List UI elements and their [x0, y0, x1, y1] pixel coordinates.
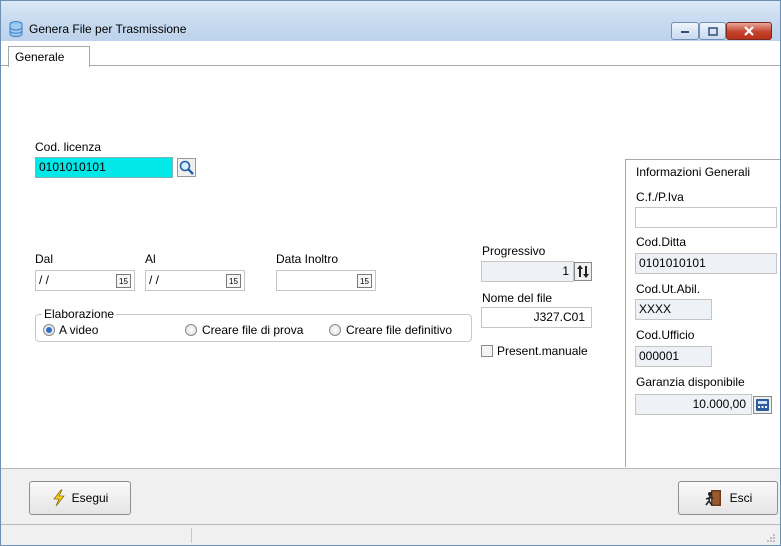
esegui-button[interactable]: Esegui: [29, 481, 131, 515]
cod-ufficio-field[interactable]: 000001: [635, 346, 712, 367]
progressivo-spinner[interactable]: [574, 262, 592, 281]
progressivo-field[interactable]: 1: [481, 261, 574, 282]
nome-file-field[interactable]: J327.C01: [481, 307, 592, 328]
data-inoltro-calendar-icon[interactable]: 15: [357, 274, 372, 288]
nome-file-label: Nome del file: [482, 291, 553, 305]
esci-button[interactable]: Esci: [678, 481, 778, 515]
garanzia-label: Garanzia disponibile: [636, 375, 745, 389]
close-icon: [744, 26, 754, 36]
window-title: Genera File per Trasmissione: [29, 22, 187, 36]
cod-ut-abil-field[interactable]: XXXX: [635, 299, 712, 320]
dal-calendar-icon[interactable]: 15: [116, 274, 131, 288]
al-calendar-icon[interactable]: 15: [226, 274, 241, 288]
cod-ufficio-label: Cod.Ufficio: [636, 328, 695, 342]
maximize-button[interactable]: [699, 22, 726, 40]
search-icon: [179, 160, 194, 175]
dal-label: Dal: [35, 252, 54, 266]
radio-file-definitivo-label[interactable]: Creare file definitivo: [346, 323, 452, 337]
esci-label: Esci: [729, 491, 753, 505]
license-search-button[interactable]: [177, 158, 196, 177]
al-label: Al: [145, 252, 156, 266]
elaborazione-title: Elaborazione: [42, 307, 117, 321]
garanzia-field[interactable]: 10.000,00: [635, 394, 752, 415]
calculator-icon: [756, 399, 769, 411]
radio-a-video-label[interactable]: A video: [59, 323, 98, 337]
calculator-button[interactable]: [753, 396, 772, 414]
license-label: Cod. licenza: [35, 140, 102, 154]
data-inoltro-label: Data Inoltro: [276, 252, 339, 266]
up-down-arrows-icon: [577, 265, 589, 278]
cf-piva-label: C.f./P.Iva: [636, 190, 684, 204]
cf-piva-field[interactable]: [635, 207, 777, 228]
minimize-icon: [681, 31, 689, 33]
minimize-button[interactable]: [671, 22, 699, 40]
lightning-icon: [52, 489, 65, 507]
license-input[interactable]: 0101010101: [35, 157, 173, 178]
radio-file-definitivo[interactable]: [329, 324, 341, 336]
esegui-label: Esegui: [71, 491, 109, 505]
tab-generale[interactable]: Generale: [8, 46, 90, 67]
resize-grip-icon[interactable]: [766, 533, 776, 543]
cod-ditta-label: Cod.Ditta: [636, 235, 687, 249]
status-separator: [191, 528, 192, 543]
close-button[interactable]: [726, 22, 772, 40]
info-panel-title: Informazioni Generali: [636, 165, 751, 179]
title-bar: Genera File per Trasmissione: [1, 1, 780, 41]
tab-strip: [1, 41, 780, 66]
database-icon: [9, 21, 23, 37]
exit-door-icon: [705, 490, 721, 506]
present-manuale-label[interactable]: Present.manuale: [497, 344, 588, 358]
cod-ut-abil-label: Cod.Ut.Abil.: [636, 282, 701, 296]
radio-a-video[interactable]: [43, 324, 55, 336]
progressivo-label: Progressivo: [482, 244, 546, 258]
al-date-value: / /: [149, 273, 160, 287]
dal-date-value: / /: [39, 273, 50, 287]
cod-ditta-field[interactable]: 0101010101: [635, 253, 777, 274]
status-bar: [1, 524, 780, 545]
present-manuale-checkbox[interactable]: [481, 345, 493, 357]
radio-file-prova[interactable]: [185, 324, 197, 336]
main-window: Genera File per Trasmissione Generale Co…: [0, 0, 781, 546]
maximize-icon: [707, 26, 718, 36]
radio-file-prova-label[interactable]: Creare file di prova: [202, 323, 303, 337]
